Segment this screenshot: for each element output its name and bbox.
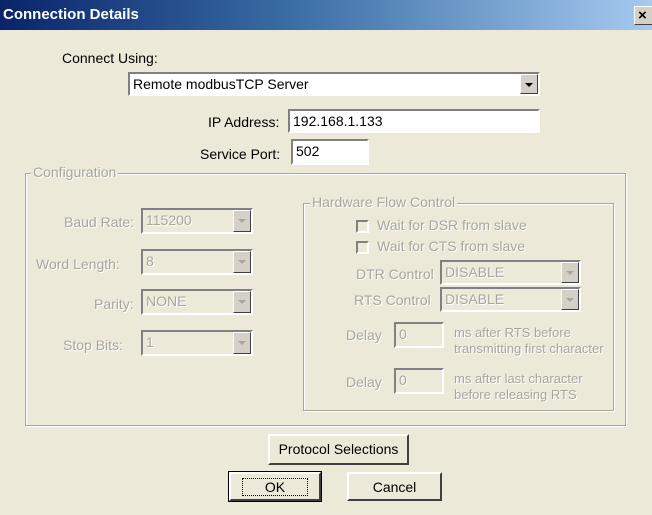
service-port-input[interactable]: 502 [291,139,369,165]
service-port-label: Service Port: [200,146,281,162]
chevron-down-icon [233,332,251,354]
dtr-control-value: DISABLE [445,264,505,280]
close-button[interactable]: × [634,6,652,25]
chevron-down-icon [233,251,251,273]
parity-value: NONE [146,293,187,309]
wait-for-cts-label: Wait for CTS from slave [377,238,526,254]
stop-bits-value: 1 [146,334,154,350]
word-length-select: 8 [141,249,253,275]
chevron-down-icon [561,289,579,310]
stop-bits-label: Stop Bits: [63,337,123,353]
wait-for-cts-checkbox [356,241,369,254]
title-bar[interactable]: Connection Details [0,0,652,30]
connect-using-label: Connect Using: [62,50,158,66]
cancel-button[interactable]: Cancel [347,472,442,501]
dtr-control-select: DISABLE [440,260,581,285]
wait-for-dsr-checkbox [356,220,369,233]
window-title: Connection Details [3,6,139,23]
ip-address-label: IP Address: [208,114,280,130]
delay-last-char-input: 0 [394,368,444,394]
baud-rate-value: 115200 [146,212,192,228]
dtr-control-label: DTR Control [356,266,434,282]
protocol-selections-button[interactable]: Protocol Selections [268,434,409,465]
hardware-flow-control-legend: Hardware Flow Control [310,194,458,210]
chevron-down-icon [561,262,579,283]
connection-details-dialog: Connection Details × Connect Using: Remo… [0,0,652,515]
ok-button[interactable]: OK [228,471,322,502]
delay-rts-desc-line2: transmitting first character [454,341,604,356]
connect-using-value: Remote modbusTCP Server [133,76,309,92]
wait-for-dsr-label: Wait for DSR from slave [377,217,527,233]
stop-bits-select: 1 [141,330,253,356]
delay-rts-label: Delay [346,327,382,343]
baud-rate-label: Baud Rate: [64,214,135,230]
parity-label: Parity: [94,296,134,312]
chevron-down-icon [233,210,251,232]
rts-control-value: DISABLE [445,291,505,307]
rts-control-label: RTS Control [354,292,431,308]
delay-rts-input: 0 [394,322,444,348]
ok-button-label: OK [241,478,309,496]
word-length-label: Word Length: [36,256,120,272]
delay-rts-desc-line1: ms after RTS before [454,325,571,340]
chevron-down-icon[interactable] [520,74,538,94]
delay-last-char-desc-line1: ms after last character [454,371,583,386]
parity-select: NONE [141,289,253,315]
chevron-down-icon [233,291,251,313]
rts-control-select: DISABLE [440,287,581,312]
delay-last-char-desc-line2: before releasing RTS [454,387,577,402]
word-length-value: 8 [146,253,154,269]
configuration-legend: Configuration [31,164,119,180]
connect-using-select[interactable]: Remote modbusTCP Server [128,72,540,96]
ip-address-input[interactable]: 192.168.1.133 [288,109,540,133]
delay-last-char-label: Delay [346,374,382,390]
baud-rate-select: 115200 [141,208,253,234]
